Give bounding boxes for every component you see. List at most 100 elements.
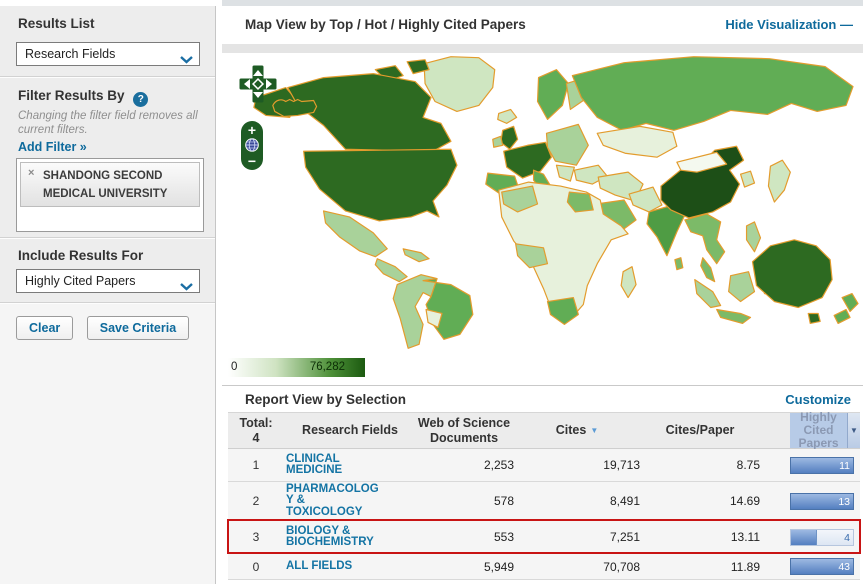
cpp-cell: 14.69 xyxy=(729,494,760,508)
region-eastern-europe[interactable] xyxy=(545,123,589,166)
island-java[interactable] xyxy=(716,308,752,325)
wos-cell: 2,253 xyxy=(483,458,514,472)
total-count: 4 xyxy=(252,430,260,445)
filter-by-section: Filter Results By ? Changing the filter … xyxy=(0,78,215,238)
field-link[interactable]: ALL FIELDS xyxy=(286,560,384,573)
country-greenland[interactable] xyxy=(423,56,496,113)
column-header-field: Research Fields xyxy=(302,423,398,438)
country-russia[interactable] xyxy=(571,56,854,131)
hide-visualization-label: Hide Visualization xyxy=(725,17,837,32)
filter-chip[interactable]: × SHANDONG SECOND MEDICAL UNIVERSITY xyxy=(20,162,200,207)
country-philippines[interactable] xyxy=(745,221,762,253)
results-list-select[interactable]: Research Fields xyxy=(16,42,200,66)
country-sri-lanka[interactable] xyxy=(674,257,684,271)
field-link[interactable]: BIOLOGY & BIOCHEMISTRY xyxy=(286,525,384,549)
zoom-out-button[interactable]: − xyxy=(241,154,263,168)
hcp-bar-cell: 43 xyxy=(790,558,860,575)
results-list-selected-value: Research Fields xyxy=(25,47,116,61)
world-map[interactable] xyxy=(228,53,860,353)
field-link[interactable]: PHARMACOLOGY & TOXICOLOGY xyxy=(286,483,384,519)
country-new-zealand[interactable] xyxy=(841,292,859,313)
island-tasmania[interactable] xyxy=(807,312,821,325)
cites-cell: 19,713 xyxy=(603,458,640,472)
report-title: Report View by Selection xyxy=(245,392,407,407)
hcp-bar-cell: 13 xyxy=(790,492,860,510)
cites-cell: 8,491 xyxy=(609,494,640,508)
include-results-section: Include Results For Highly Cited Papers xyxy=(0,239,215,303)
map-view: + − 0 76,282 xyxy=(222,53,863,385)
country-korea[interactable] xyxy=(739,170,756,188)
region-caribbean[interactable] xyxy=(402,248,430,263)
save-criteria-button[interactable]: Save Criteria xyxy=(86,316,190,340)
filter-note: Changing the filter field removes all cu… xyxy=(18,110,198,137)
column-menu-button[interactable]: ▼ xyxy=(847,413,860,448)
cpp-cell: 13.11 xyxy=(730,530,760,544)
pan-control[interactable] xyxy=(239,65,277,108)
hide-visualization-link[interactable]: Hide Visualization — xyxy=(725,17,853,32)
customize-link[interactable]: Customize xyxy=(785,392,851,407)
column-header-cites-per-paper: Cites/Paper xyxy=(665,423,735,438)
zoom-control[interactable]: + − xyxy=(241,121,263,170)
region-southeast-asia[interactable] xyxy=(684,213,726,265)
region-central-america[interactable] xyxy=(374,258,408,283)
country-ireland[interactable] xyxy=(492,135,504,148)
region-central-asia[interactable] xyxy=(596,125,678,158)
minus-icon: — xyxy=(840,17,853,32)
field-link[interactable]: CLINICAL MEDICINE xyxy=(286,453,384,477)
country-uk[interactable] xyxy=(500,125,519,150)
actions-section: Clear Save Criteria xyxy=(0,304,215,584)
highly-cited-header-cell[interactable]: Highly Cited Papers xyxy=(790,410,847,450)
hcp-value: 4 xyxy=(844,531,850,544)
island-borneo[interactable] xyxy=(728,271,756,303)
sort-desc-icon: ▼ xyxy=(590,425,599,435)
filter-by-heading: Filter Results By ? xyxy=(18,88,149,107)
cpp-cell: 11.89 xyxy=(730,559,760,574)
table-row: 0 ALL FIELDS 5,949 70,708 11.89 43 xyxy=(228,554,860,580)
hcp-value: 11 xyxy=(839,459,850,472)
hcp-bar: 11 xyxy=(790,456,854,474)
report-header: Report View by Selection Customize xyxy=(222,386,863,412)
table-row: 2 PHARMACOLOGY & TOXICOLOGY 578 8,491 14… xyxy=(228,482,860,521)
hcp-value: 43 xyxy=(838,561,850,573)
cpp-cell: 8.75 xyxy=(736,458,760,472)
rank-cell: 0 xyxy=(252,559,260,574)
country-usa[interactable] xyxy=(303,148,458,222)
country-south-africa[interactable] xyxy=(546,296,579,326)
region-malay-peninsula[interactable] xyxy=(700,257,716,283)
table-row: 1 CLINICAL MEDICINE 2,253 19,713 8.75 11 xyxy=(228,449,860,482)
region-scandinavia[interactable] xyxy=(536,69,569,120)
clear-button[interactable]: Clear xyxy=(16,316,74,340)
remove-filter-icon[interactable]: × xyxy=(28,167,34,179)
filter-by-label: Filter Results By xyxy=(18,88,125,103)
rank-cell: 2 xyxy=(252,494,260,508)
choropleth-legend: 0 76,282 xyxy=(228,358,365,377)
wos-cell: 5,949 xyxy=(483,559,514,574)
hcp-bar: 43 xyxy=(790,558,854,575)
include-results-select[interactable]: Highly Cited Papers xyxy=(16,269,200,293)
map-title: Map View by Top / Hot / Highly Cited Pap… xyxy=(245,17,526,32)
add-filter-link[interactable]: Add Filter » xyxy=(18,140,87,154)
country-iceland[interactable] xyxy=(497,108,518,124)
chevron-down-icon xyxy=(180,51,193,69)
column-header-cites-sorted[interactable]: Cites ▼ xyxy=(514,413,640,448)
include-results-selected-value: Highly Cited Papers xyxy=(25,274,136,288)
region-balkans[interactable] xyxy=(555,164,575,182)
map-header-strip xyxy=(222,44,863,53)
total-label: Total: xyxy=(239,416,273,431)
map-header: Map View by Top / Hot / Highly Cited Pap… xyxy=(222,6,863,44)
chevron-down-icon xyxy=(180,278,193,296)
table-header-row: Total: 4 Research Fields Web of Science … xyxy=(228,410,860,450)
zoom-in-button[interactable]: + xyxy=(241,123,263,137)
rank-cell: 1 xyxy=(252,458,260,472)
results-list-section: Results List Research Fields xyxy=(0,6,215,77)
hcp-bar-cell: 11 xyxy=(790,456,860,474)
island-sumatra[interactable] xyxy=(694,279,722,309)
country-australia[interactable] xyxy=(751,239,833,309)
country-japan[interactable] xyxy=(767,159,791,203)
region-west-africa[interactable] xyxy=(515,243,549,269)
legend-min: 0 xyxy=(231,361,238,373)
country-new-zealand[interactable] xyxy=(833,308,851,325)
help-icon[interactable]: ? xyxy=(133,92,149,107)
table-row-highlighted: 3 BIOLOGY & BIOCHEMISTRY 553 7,251 13.11… xyxy=(227,519,861,554)
country-madagascar[interactable] xyxy=(620,266,637,299)
